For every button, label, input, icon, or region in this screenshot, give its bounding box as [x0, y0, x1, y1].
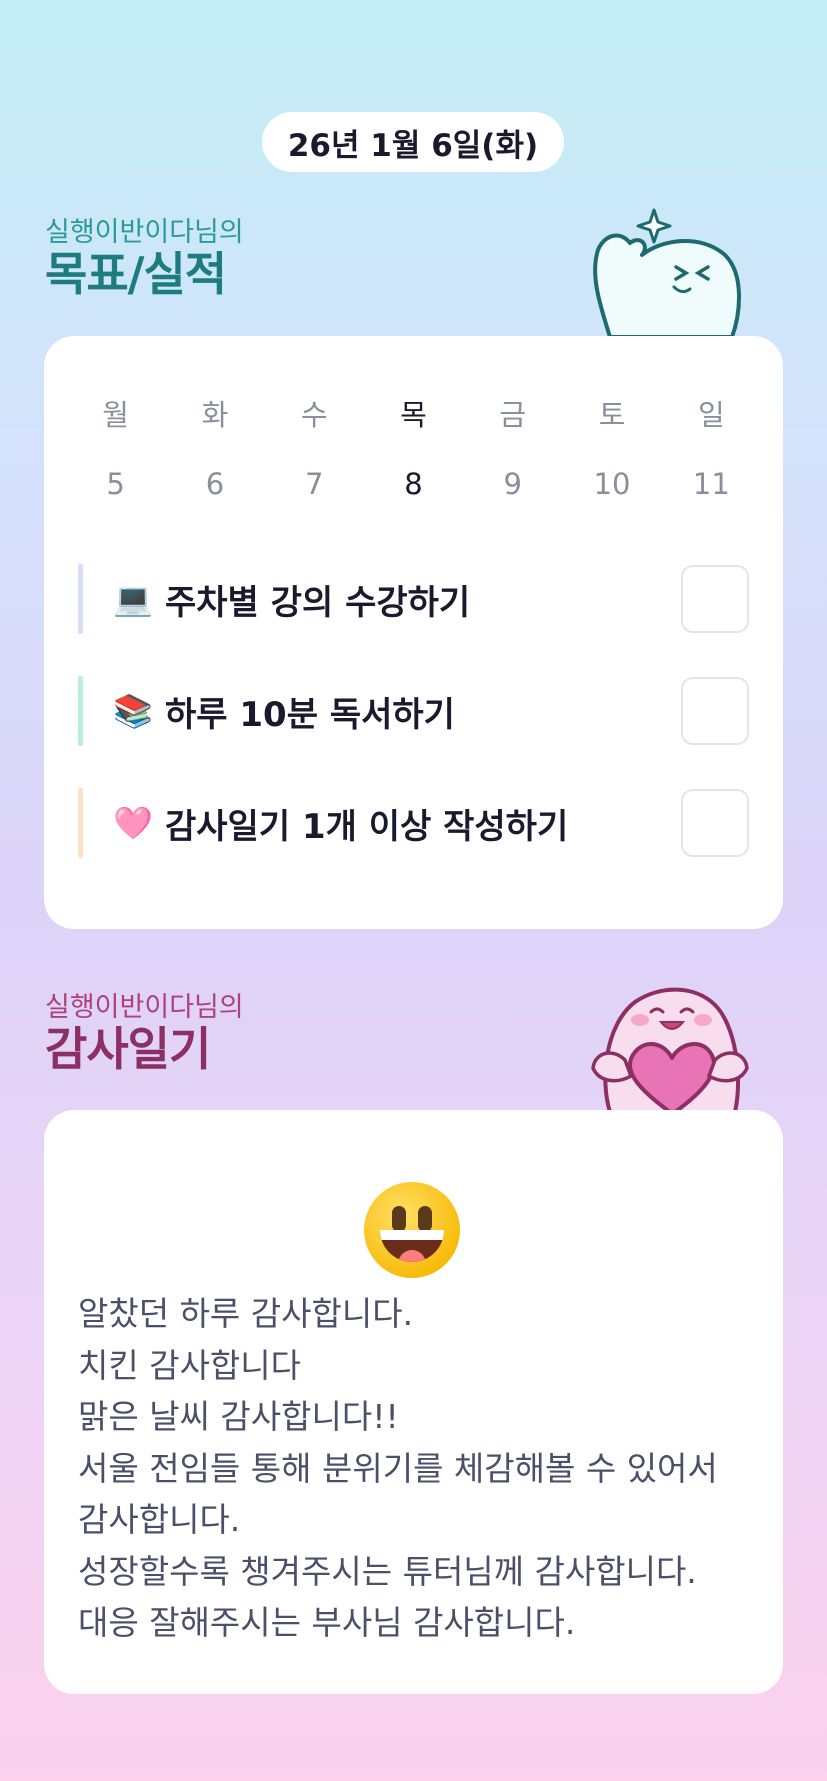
weekday-sun[interactable]: 일 [662, 392, 761, 434]
date-cell[interactable]: 11 [662, 467, 761, 501]
goal-label: 하루 10분 독서하기 [165, 694, 455, 735]
weekday-fri[interactable]: 금 [463, 392, 562, 434]
date-cell[interactable]: 10 [562, 467, 661, 501]
date-row: 5 6 7 8 9 10 11 [66, 467, 761, 501]
date-cell[interactable]: 5 [66, 467, 165, 501]
weekday-tue[interactable]: 화 [165, 392, 264, 434]
goal-item-gratitude: 🩷 감사일기 1개 이상 작성하기 [78, 788, 749, 858]
grinning-face-icon[interactable] [364, 1182, 460, 1278]
goal-checkbox[interactable] [681, 677, 749, 745]
diary-line: 성장할수록 챙겨주시는 튜터님께 감사합니다. [78, 1551, 697, 1591]
goal-label: 감사일기 1개 이상 작성하기 [165, 806, 569, 847]
goal-checkbox[interactable] [681, 565, 749, 633]
goal-checkbox[interactable] [681, 789, 749, 857]
diary-line: 대응 잘해주시는 부사님 감사합니다. [78, 1603, 576, 1642]
goals-section-header: 실행이반이다님의 목표/실적 [45, 217, 244, 301]
diary-line: 맑은 날씨 감사합니다!! [78, 1397, 399, 1436]
date-cell[interactable]: 9 [463, 467, 562, 501]
date-cell[interactable]: 7 [265, 467, 364, 501]
diary-line: 알찼던 하루 감사합니다. [78, 1294, 414, 1333]
pink-mascot-icon [591, 987, 749, 1112]
diary-line: 서울 전임들 통해 분위기를 체감해볼 수 있어서 [78, 1448, 718, 1488]
date-label: 26년 1월 6일(화) [287, 127, 539, 164]
goal-item-lecture: 💻 주차별 강의 수강하기 [78, 564, 749, 634]
diary-section-header: 실행이반이다님의 감사일기 [45, 992, 244, 1076]
date-cell[interactable]: 6 [165, 467, 264, 501]
date-pill[interactable]: 26년 1월 6일(화) [262, 112, 564, 172]
weekday-sat[interactable]: 토 [562, 392, 661, 434]
diary-card: 알찼던 하루 감사합니다. 치킨 감사합니다 맑은 날씨 감사합니다!! 서울 … [44, 1110, 783, 1694]
weekday-wed[interactable]: 수 [265, 392, 364, 434]
date-cell-selected[interactable]: 8 [364, 467, 463, 501]
pink-heart-icon: 🩷 [113, 804, 153, 842]
diary-section-subtitle: 실행이반이다님의 [45, 992, 244, 1023]
diary-section-title: 감사일기 [45, 1022, 211, 1076]
goal-item-reading: 📚 하루 10분 독서하기 [78, 676, 749, 746]
goal-card: 월 화 수 목 금 토 일 5 6 7 8 9 10 11 💻 주차별 강의 수… [44, 336, 783, 929]
weekday-row: 월 화 수 목 금 토 일 [66, 392, 761, 434]
goal-color-bar [78, 676, 83, 746]
weekday-thu[interactable]: 목 [364, 392, 463, 434]
teal-mascot-icon [593, 208, 741, 339]
diary-text: 알찼던 하루 감사합니다. 치킨 감사합니다 맑은 날씨 감사합니다!! 서울 … [78, 1288, 753, 1649]
goal-label: 주차별 강의 수강하기 [165, 582, 471, 623]
goal-color-bar [78, 788, 83, 858]
books-icon: 📚 [113, 692, 153, 730]
diary-line: 치킨 감사합니다 [78, 1345, 302, 1385]
goals-section-subtitle: 실행이반이다님의 [45, 217, 244, 248]
laptop-icon: 💻 [113, 580, 153, 618]
diary-line: 감사합니다. [78, 1500, 241, 1539]
goals-section-title: 목표/실적 [45, 247, 227, 301]
goal-color-bar [78, 564, 83, 634]
weekday-mon[interactable]: 월 [66, 392, 165, 434]
